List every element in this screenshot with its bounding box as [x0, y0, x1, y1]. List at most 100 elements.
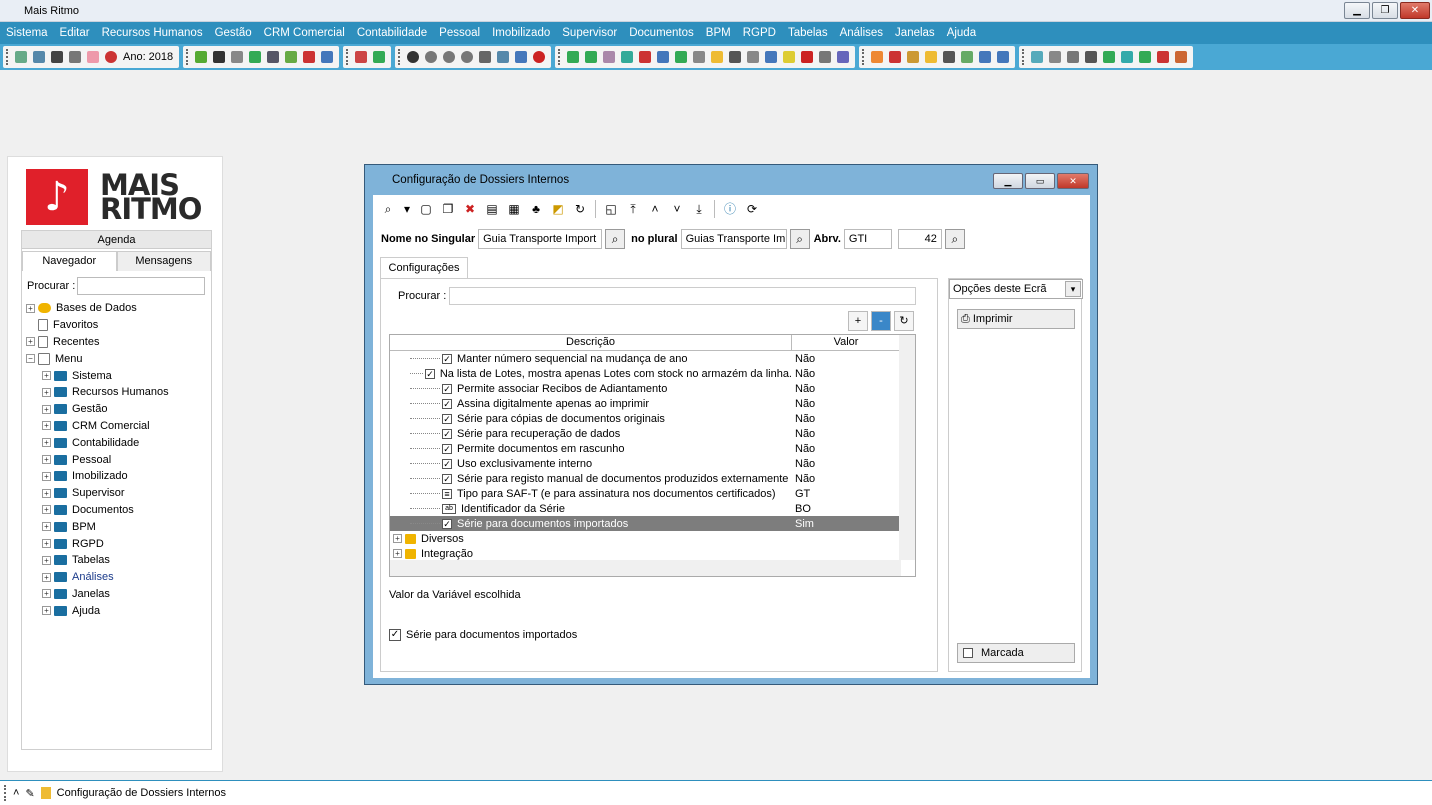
settings-icon[interactable] — [461, 51, 474, 63]
download-icon[interactable] — [819, 51, 832, 63]
note-icon[interactable] — [87, 51, 99, 63]
columns-icon[interactable] — [765, 51, 778, 63]
book-icon[interactable] — [567, 51, 580, 63]
toolbar-grip[interactable] — [6, 49, 9, 65]
year-selector[interactable]: Ano: 2018 — [123, 51, 173, 63]
search-icon[interactable]: ⌕ — [382, 203, 394, 215]
tree-item[interactable]: + CRM Comercial — [42, 418, 209, 435]
delete-icon[interactable]: ✖ — [464, 203, 476, 215]
menu-pessoal[interactable]: Pessoal — [439, 27, 480, 39]
tree-icon[interactable] — [747, 51, 760, 63]
folder-icon[interactable] — [711, 51, 724, 63]
tree-item[interactable]: + Ajuda — [42, 602, 209, 619]
find-icon[interactable]: ◩ — [552, 203, 564, 215]
expand-icon[interactable]: + — [42, 421, 51, 431]
prev-icon[interactable]: ˄ — [649, 203, 661, 215]
person-red-icon[interactable] — [889, 51, 902, 63]
tree-item-menu[interactable]: − Menu — [26, 350, 209, 367]
collapse-all-button[interactable]: - — [871, 311, 891, 331]
print-button[interactable]: ⎙ Imprimir — [957, 309, 1075, 329]
expand-icon[interactable]: + — [393, 549, 402, 558]
menu-rgpd[interactable]: RGPD — [743, 27, 776, 39]
expand-icon[interactable]: + — [42, 488, 51, 498]
nav-search-input[interactable] — [77, 277, 206, 295]
chevron-down-icon[interactable]: ▾ — [1065, 281, 1081, 297]
book-blue-icon[interactable] — [657, 51, 670, 63]
graduation-icon[interactable] — [1085, 51, 1098, 63]
expand-icon[interactable]: + — [42, 589, 51, 599]
menu-crm[interactable]: CRM Comercial — [264, 27, 345, 39]
cards-icon[interactable] — [979, 51, 992, 63]
menu-tabelas[interactable]: Tabelas — [788, 27, 828, 39]
tree-item[interactable]: + Documentos — [42, 502, 209, 519]
first-icon[interactable]: ⤒ — [627, 203, 639, 215]
refresh-icon[interactable]: ↻ — [574, 203, 586, 215]
list-icon[interactable] — [603, 51, 616, 63]
table-row-selected[interactable]: ✓ Série para documentos importados Sim — [390, 516, 915, 531]
tree-item[interactable]: + Tabelas — [42, 552, 209, 569]
tree-item[interactable]: + Supervisor — [42, 485, 209, 502]
form-icon[interactable]: ▤ — [486, 203, 498, 215]
checkbox-icon[interactable]: ✓ — [389, 629, 401, 641]
minimize-button[interactable]: ▁ — [1344, 2, 1370, 19]
expand-icon[interactable]: + — [42, 555, 51, 565]
tab-navegador[interactable]: Navegador — [22, 251, 117, 271]
target-icon[interactable] — [407, 51, 420, 63]
last-icon[interactable]: ⤓ — [693, 203, 705, 215]
status-grip[interactable] — [4, 785, 7, 801]
expand-icon[interactable]: + — [42, 455, 51, 465]
nome-singular-field[interactable]: Guia Transporte Import — [478, 229, 603, 249]
person-gray-icon[interactable] — [1049, 51, 1062, 63]
person-green-icon[interactable] — [585, 51, 598, 63]
gear-icon[interactable] — [425, 51, 438, 63]
refresh-icon[interactable] — [105, 51, 117, 63]
tree-item[interactable]: + Análises — [42, 569, 209, 586]
menu-recursos-humanos[interactable]: Recursos Humanos — [102, 27, 203, 39]
edit-box-icon[interactable] — [943, 51, 956, 63]
expand-icon[interactable]: + — [393, 534, 402, 543]
table-row[interactable]: ✓ Permite documentos em rascunho Não — [390, 441, 915, 456]
expand-all-button[interactable]: + — [848, 311, 868, 331]
person-blue-icon[interactable] — [997, 51, 1010, 63]
menu-imobilizado[interactable]: Imobilizado — [492, 27, 550, 39]
menu-ajuda[interactable]: Ajuda — [947, 27, 976, 39]
tree-item[interactable]: + Recursos Humanos — [42, 384, 209, 401]
table-row[interactable]: ✓ Série para recuperação de dados Não — [390, 426, 915, 441]
dialog-minimize-button[interactable]: ▁ — [993, 173, 1023, 189]
table-row[interactable]: ✓ Uso exclusivamente interno Não — [390, 456, 915, 471]
arrow-up-icon[interactable] — [1121, 51, 1134, 63]
table-row[interactable]: ≡ Tipo para SAF-T (e para assinatura nos … — [390, 486, 915, 501]
toolbar-grip[interactable] — [558, 49, 561, 65]
tree-item-favoritos[interactable]: Favoritos — [26, 317, 209, 334]
table-row[interactable]: ✓ Permite associar Recibos de Adiantament… — [390, 381, 915, 396]
abrv-field[interactable]: GTI — [843, 229, 892, 249]
menu-analises[interactable]: Análises — [840, 27, 883, 39]
tree-item[interactable]: + BPM — [42, 518, 209, 535]
preview-icon[interactable]: ◱ — [605, 203, 617, 215]
expand-icon[interactable]: + — [26, 303, 35, 313]
checkbox-icon[interactable] — [963, 648, 973, 658]
dialog-close-button[interactable]: ✕ — [1057, 173, 1089, 189]
expand-icon[interactable]: + — [42, 606, 51, 616]
tree-item[interactable]: + Contabilidade — [42, 434, 209, 451]
grid-icon[interactable] — [321, 51, 334, 63]
menu-janelas[interactable]: Janelas — [895, 27, 935, 39]
report-icon[interactable] — [621, 51, 634, 63]
nome-search-button[interactable]: ⌕ — [605, 229, 626, 249]
table-row[interactable]: ✓ Série para registo manual de documentos… — [390, 471, 915, 486]
user-icon[interactable] — [231, 51, 244, 63]
menu-editar[interactable]: Editar — [60, 27, 90, 39]
table-row[interactable]: ab Identificador da Série BO — [390, 501, 915, 516]
options-dropdown[interactable]: Opções deste Ecrã ▾ — [949, 279, 1083, 299]
table-icon[interactable] — [729, 51, 742, 63]
tree-item-bases-de-dados[interactable]: + Bases de Dados — [26, 300, 209, 317]
expand-icon[interactable]: + — [42, 387, 51, 397]
gears-icon[interactable] — [443, 51, 456, 63]
person-pair-icon[interactable] — [1157, 51, 1170, 63]
menu-documentos[interactable]: Documentos — [629, 27, 694, 39]
sync-icon[interactable]: ⟳ — [746, 203, 758, 215]
pdf-icon[interactable] — [801, 51, 814, 63]
toolbar-grip[interactable] — [862, 49, 865, 65]
edit-icon[interactable]: ✎ — [25, 787, 34, 800]
tree-item[interactable]: + Imobilizado — [42, 468, 209, 485]
